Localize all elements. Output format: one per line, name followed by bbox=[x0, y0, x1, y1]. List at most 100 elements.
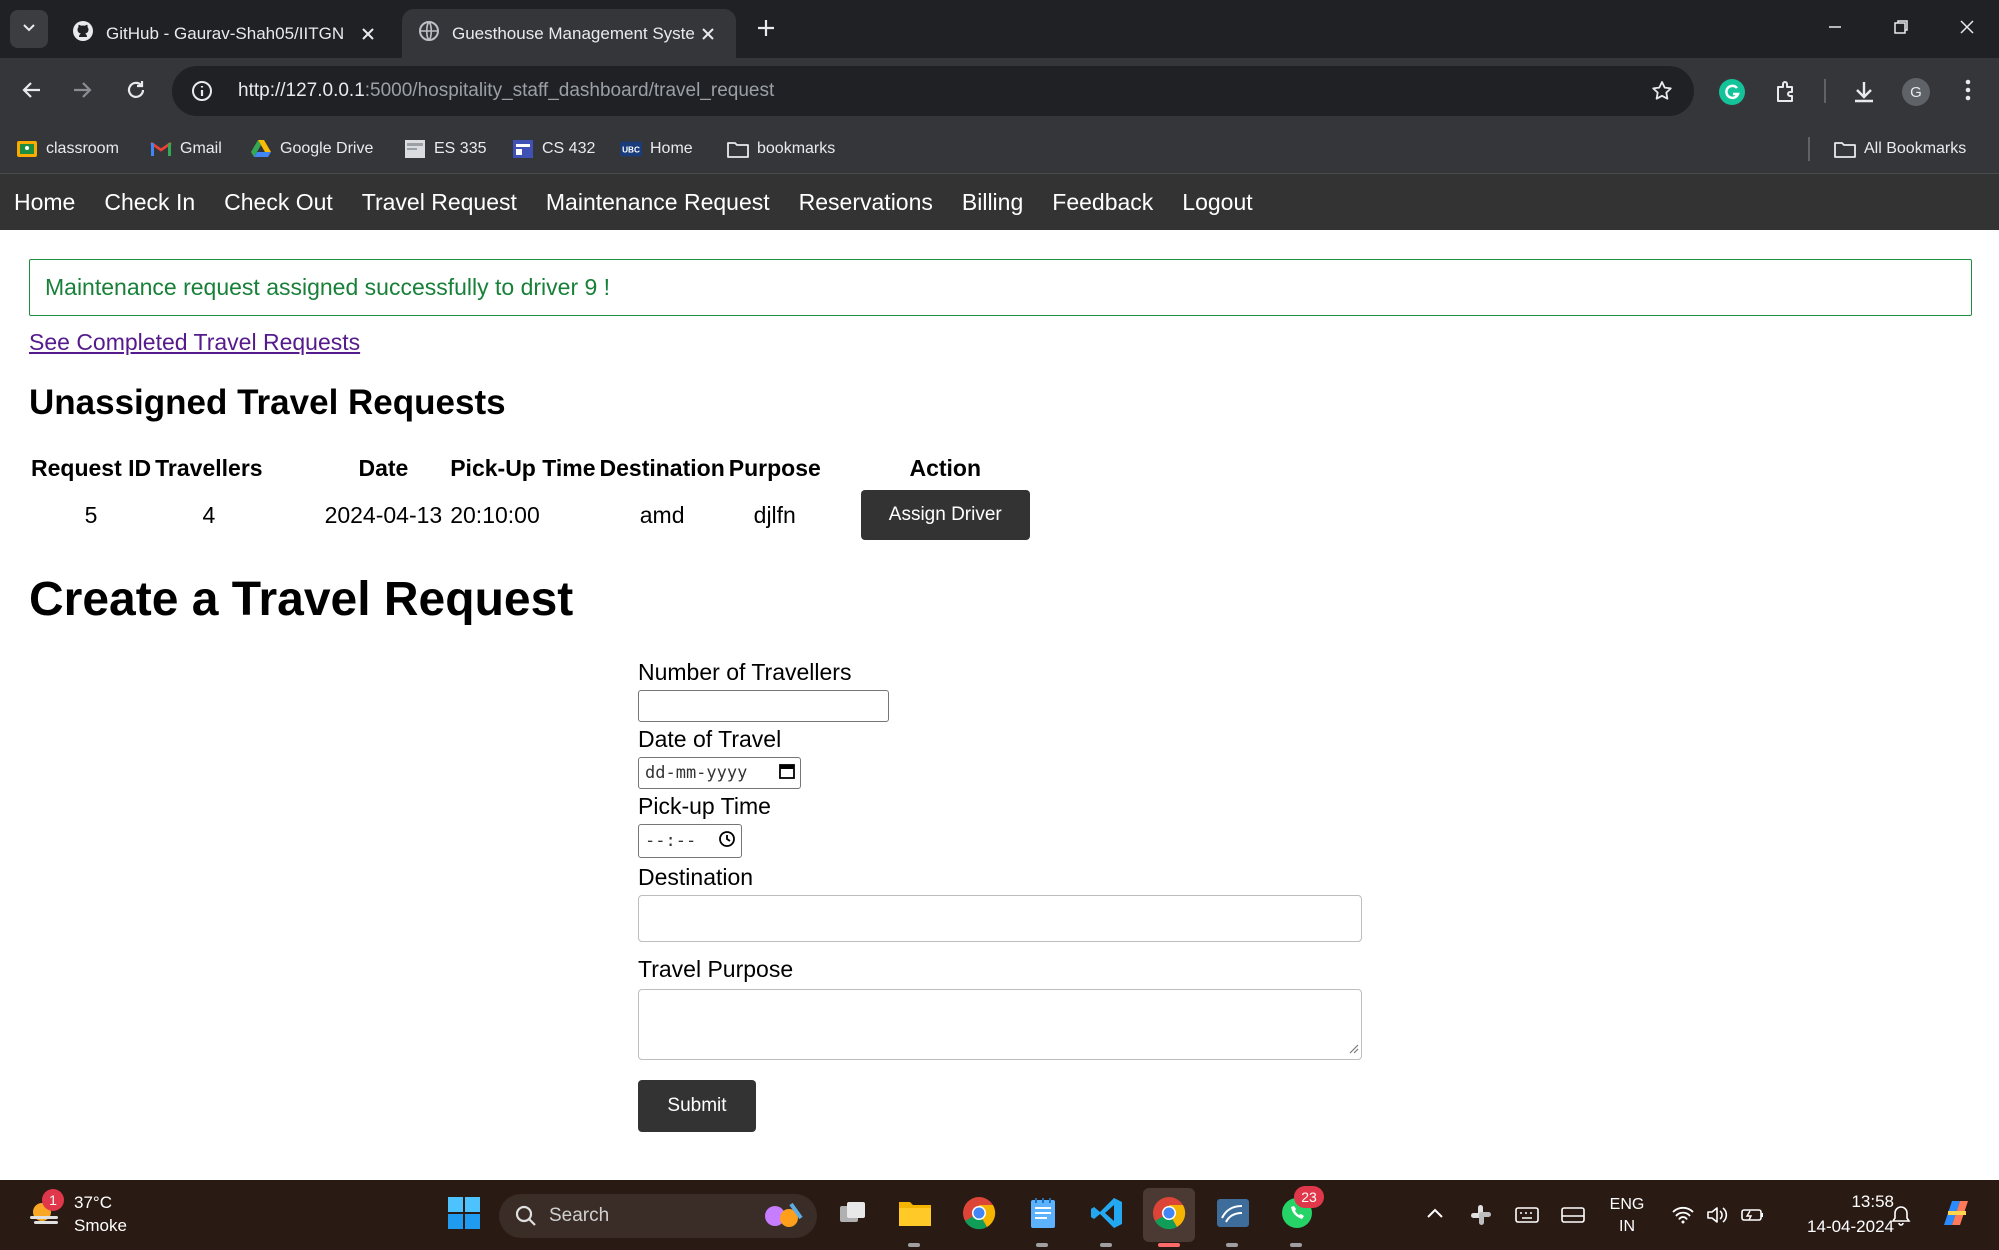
more-menu-button[interactable] bbox=[1950, 74, 1986, 110]
submit-button[interactable]: Submit bbox=[638, 1080, 756, 1132]
tab-guesthouse[interactable]: Guesthouse Management Syste bbox=[402, 9, 736, 58]
battery-icon[interactable] bbox=[1738, 1200, 1768, 1230]
task-view-button[interactable] bbox=[830, 1192, 876, 1238]
nav-feedback[interactable]: Feedback bbox=[1052, 189, 1153, 216]
file-explorer-button[interactable] bbox=[892, 1192, 938, 1238]
address-bar[interactable]: http://127.0.0.1:5000/hospitality_staff_… bbox=[172, 66, 1694, 116]
assign-driver-button[interactable]: Assign Driver bbox=[860, 490, 1030, 540]
close-icon[interactable] bbox=[696, 22, 720, 46]
completed-requests-link[interactable]: See Completed Travel Requests bbox=[29, 329, 360, 356]
nav-check-in[interactable]: Check In bbox=[104, 189, 195, 216]
window-close-button[interactable] bbox=[1934, 0, 1999, 58]
nav-reservations[interactable]: Reservations bbox=[799, 189, 933, 216]
volume-icon[interactable] bbox=[1702, 1200, 1732, 1230]
temperature-text: 37°C bbox=[74, 1193, 112, 1212]
calendar-icon[interactable] bbox=[778, 762, 796, 785]
date-placeholder: dd-mm-yyyy bbox=[645, 763, 748, 783]
travellers-input[interactable] bbox=[638, 690, 889, 722]
url-text: http://127.0.0.1:5000/hospitality_staff_… bbox=[238, 80, 774, 102]
weather-widget[interactable]: 1 bbox=[22, 1189, 66, 1237]
forward-button[interactable] bbox=[64, 74, 100, 110]
reload-button[interactable] bbox=[118, 74, 154, 110]
bookmark-folder[interactable]: bookmarks bbox=[727, 134, 835, 164]
notepad-button[interactable] bbox=[1020, 1192, 1066, 1238]
bookmark-label: All Bookmarks bbox=[1864, 140, 1967, 157]
show-hidden-icons-button[interactable] bbox=[1420, 1200, 1450, 1230]
whatsapp-button[interactable]: 23 bbox=[1274, 1186, 1324, 1238]
tab-title: Guesthouse Management Syste bbox=[452, 23, 695, 43]
tab-search-button[interactable] bbox=[10, 10, 48, 48]
download-icon[interactable] bbox=[1846, 74, 1882, 110]
extensions-puzzle-icon[interactable] bbox=[1768, 74, 1804, 110]
bookmark-classroom[interactable]: classroom bbox=[16, 134, 119, 164]
vscode-button[interactable] bbox=[1084, 1192, 1130, 1238]
column-header: Travellers bbox=[155, 455, 263, 481]
travellers-label: Number of Travellers bbox=[638, 659, 852, 685]
wifi-icon[interactable] bbox=[1668, 1200, 1698, 1230]
date-input[interactable]: dd-mm-yyyy bbox=[638, 757, 801, 789]
bookmark-label: CS 432 bbox=[542, 140, 596, 157]
resize-handle-icon[interactable] bbox=[1347, 1039, 1359, 1059]
windows-taskbar: 1 37°C Smoke Search 23 ENG IN 13:58 14-0… bbox=[0, 1180, 1999, 1250]
running-indicator bbox=[1226, 1243, 1238, 1247]
input-language-button[interactable]: ENG IN bbox=[1602, 1190, 1652, 1242]
google-drive-icon bbox=[250, 138, 272, 160]
nav-travel-request[interactable]: Travel Request bbox=[362, 189, 517, 216]
folder-icon bbox=[1834, 138, 1856, 160]
close-icon[interactable] bbox=[356, 22, 380, 46]
nav-check-out[interactable]: Check Out bbox=[224, 189, 333, 216]
clock-date[interactable]: 14-04-2024 bbox=[1780, 1217, 1894, 1237]
nav-billing[interactable]: Billing bbox=[962, 189, 1023, 216]
request-id-cell: 5 bbox=[84, 501, 98, 528]
clock-icon[interactable] bbox=[718, 830, 736, 853]
folder-icon bbox=[898, 1199, 932, 1232]
region-text: IN bbox=[1619, 1218, 1635, 1235]
bookmark-home[interactable]: UBC Home bbox=[620, 134, 693, 164]
time-input[interactable]: --:-- bbox=[638, 824, 742, 858]
grammarly-icon[interactable] bbox=[1714, 74, 1750, 110]
table-row: 5 4 2024-04-13 20:10:00 amd djlfn Assign… bbox=[29, 486, 1032, 544]
taskbar-search[interactable]: Search bbox=[499, 1194, 817, 1238]
clock-time[interactable]: 13:58 bbox=[1780, 1192, 1894, 1212]
bookmark-google-drive[interactable]: Google Drive bbox=[250, 134, 373, 164]
nav-logout[interactable]: Logout bbox=[1182, 189, 1252, 216]
bookmark-es335[interactable]: ES 335 bbox=[404, 134, 486, 164]
bookmark-label: bookmarks bbox=[757, 140, 836, 157]
new-tab-button[interactable] bbox=[750, 14, 782, 46]
time-placeholder: --:-- bbox=[645, 831, 697, 851]
github-icon bbox=[72, 20, 94, 47]
minimize-button[interactable] bbox=[1802, 0, 1868, 58]
destination-input[interactable] bbox=[638, 895, 1362, 942]
bookmark-cs432[interactable]: CS 432 bbox=[512, 134, 595, 164]
profile-avatar[interactable]: G bbox=[1898, 74, 1934, 110]
purpose-textarea[interactable] bbox=[638, 989, 1362, 1060]
notification-bell-icon[interactable] bbox=[1886, 1200, 1916, 1230]
gmail-icon bbox=[150, 138, 172, 160]
info-icon[interactable] bbox=[182, 71, 222, 111]
copilot-button[interactable] bbox=[1934, 1194, 1978, 1236]
sql-workbench-button[interactable] bbox=[1210, 1192, 1256, 1238]
tab-github[interactable]: GitHub - Gaurav-Shah05/IITGN bbox=[56, 9, 396, 58]
bookmark-gmail[interactable]: Gmail bbox=[150, 134, 222, 164]
copilot-icon bbox=[1938, 1197, 1974, 1234]
date-label: Date of Travel bbox=[638, 726, 782, 752]
back-button[interactable] bbox=[14, 74, 50, 110]
column-header: Purpose bbox=[728, 455, 821, 481]
chrome-taskbar-button[interactable] bbox=[956, 1192, 1002, 1238]
globe-icon bbox=[418, 20, 440, 47]
nav-home[interactable]: Home bbox=[14, 189, 75, 216]
all-bookmarks-button[interactable]: All Bookmarks bbox=[1834, 134, 1966, 164]
nav-maintenance-request[interactable]: Maintenance Request bbox=[546, 189, 770, 216]
keyboard-icon[interactable] bbox=[1512, 1200, 1542, 1230]
minimize-icon bbox=[1827, 19, 1843, 40]
site-navbar: Home Check In Check Out Travel Request M… bbox=[0, 174, 1999, 230]
restore-button[interactable] bbox=[1868, 0, 1934, 58]
start-button[interactable] bbox=[441, 1192, 487, 1238]
arrow-right-icon bbox=[71, 79, 93, 106]
display-tray-icon[interactable] bbox=[1558, 1200, 1588, 1230]
database-icon bbox=[1216, 1198, 1250, 1233]
chrome-profile-taskbar-button[interactable] bbox=[1143, 1188, 1195, 1242]
bookmark-star-icon[interactable] bbox=[1646, 75, 1678, 107]
slack-tray-icon[interactable] bbox=[1466, 1200, 1496, 1230]
reload-icon bbox=[125, 79, 147, 106]
